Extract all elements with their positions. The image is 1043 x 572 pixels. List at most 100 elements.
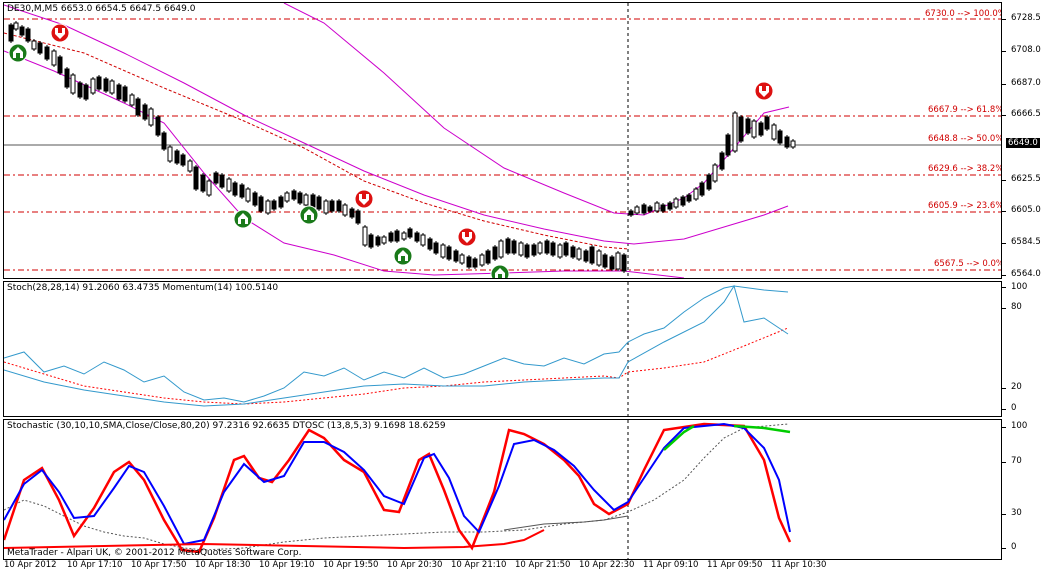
fibo-label-50: 6648.8 --> 50.0% <box>928 134 1002 144</box>
bearish-candle <box>336 200 342 212</box>
bearish-candle <box>180 154 186 166</box>
fibo-label-23-6: 6605.9 --> 23.6% <box>928 201 1002 211</box>
stochastic-axis-label: 30 <box>1011 508 1022 518</box>
bearish-candle <box>621 254 627 272</box>
bullish-candle <box>284 192 290 202</box>
bearish-candle <box>745 118 751 134</box>
bullish-candle <box>790 140 796 148</box>
bearish-candle <box>544 240 550 254</box>
time-label: 11 Apr 09:10 <box>643 560 699 570</box>
stoch-momentum-axis: 100 80 20 0 <box>1002 281 1043 417</box>
bearish-candle <box>738 116 744 142</box>
bearish-candle <box>563 242 569 256</box>
bullish-candle <box>498 240 504 258</box>
bullish-candle <box>732 112 738 152</box>
bearish-candle <box>414 232 420 242</box>
bullish-candle <box>303 194 309 206</box>
bearish-candle <box>142 104 148 120</box>
bearish-candle <box>135 98 141 116</box>
bearish-candle <box>764 116 770 130</box>
time-label: 10 Apr 17:50 <box>131 560 187 570</box>
bearish-candle <box>57 56 63 74</box>
stochastic-dtosc-title: Stochastic (30,10,10,SMA,Close/Close,80,… <box>7 421 446 431</box>
bearish-candle <box>641 204 647 214</box>
stochastic-axis-label: 100 <box>1011 421 1028 431</box>
stoch-axis-label: 20 <box>1011 382 1022 392</box>
stochastic-axis-label: 70 <box>1011 456 1022 466</box>
bearish-candle <box>161 132 167 150</box>
bearish-candle <box>316 196 322 210</box>
bearish-candle <box>278 196 284 208</box>
price-chart-canvas <box>4 3 1001 278</box>
time-label: 10 Apr 21:50 <box>515 560 571 570</box>
bearish-candle <box>570 246 576 258</box>
bullish-candle <box>479 254 485 266</box>
bearish-candle <box>252 192 258 206</box>
bearish-candle <box>589 246 595 264</box>
price-chart-pane[interactable]: DE30,M,M5 6653.0 6654.5 6647.5 6649.0 67… <box>3 2 1002 279</box>
bearish-candle <box>37 42 43 54</box>
time-label: 10 Apr 19:10 <box>259 560 315 570</box>
stochastic-dtosc-canvas <box>4 420 792 559</box>
price-label: 6584.5 <box>1011 237 1041 247</box>
bearish-candle <box>232 182 238 196</box>
bearish-candle <box>388 232 394 242</box>
bearish-candle <box>349 208 355 218</box>
platform-watermark: MetaTrader - Alpari UK, © 2001-2012 Meta… <box>7 548 302 558</box>
bullish-candle <box>771 124 777 140</box>
price-label: 6564.0 <box>1011 269 1041 279</box>
bullish-candle <box>634 206 640 214</box>
bearish-candle <box>219 174 225 188</box>
bearish-candle <box>64 68 70 88</box>
bearish-candle <box>784 136 790 148</box>
bullish-candle <box>654 202 660 212</box>
stochastic-axis: 100 70 30 0 <box>1002 419 1043 560</box>
bearish-candle <box>492 246 498 260</box>
bearish-candle <box>660 204 666 212</box>
time-label: 10 Apr 21:10 <box>451 560 507 570</box>
bearish-candle <box>200 174 206 192</box>
bullish-candle <box>673 198 679 208</box>
stoch-axis-label: 100 <box>1011 282 1028 292</box>
bearish-candle <box>427 238 433 250</box>
bearish-candle <box>466 256 472 268</box>
price-chart-title: DE30,M,M5 6653.0 6654.5 6647.5 6649.0 <box>7 4 196 14</box>
bullish-candle <box>226 178 232 192</box>
bullish-candle <box>459 254 465 264</box>
fibo-label-61-8: 6667.9 --> 61.8% <box>928 105 1002 115</box>
bearish-candle <box>103 78 109 92</box>
bearish-candle <box>699 182 705 196</box>
bearish-candle <box>25 28 31 42</box>
bearish-candle <box>19 26 25 36</box>
bullish-candle <box>596 250 602 266</box>
bearish-candle <box>719 152 725 170</box>
stoch-momentum-pane[interactable]: Stoch(28,28,14) 91.2060 63.4735 Momentum… <box>3 281 1002 417</box>
bearish-candle <box>116 84 122 100</box>
bullish-candle <box>148 108 154 126</box>
bullish-candle <box>537 242 543 254</box>
bearish-candle <box>375 236 381 246</box>
bullish-candle <box>51 50 57 66</box>
bearish-candle <box>680 196 686 206</box>
time-label: 10 Apr 18:30 <box>195 560 251 570</box>
bullish-candle <box>90 78 96 94</box>
bearish-candle <box>667 202 673 210</box>
bearish-candle <box>686 194 692 202</box>
bearish-candle <box>329 200 335 212</box>
fibo-label-100: 6730.0 --> 100.0% <box>925 9 1002 19</box>
stochastic-dtosc-pane[interactable]: Stochastic (30,10,10,SMA,Close/Close,80,… <box>3 419 1002 560</box>
bearish-candle <box>368 234 374 248</box>
bearish-candle <box>83 84 89 100</box>
bullish-candle <box>615 252 621 270</box>
current-price-badge: 6649.0 <box>1006 138 1040 148</box>
time-label: 10 Apr 19:50 <box>323 560 379 570</box>
bearish-candle <box>122 86 128 102</box>
bearish-candle <box>758 122 764 136</box>
bullish-candle <box>70 74 76 94</box>
stoch-axis-label: 80 <box>1011 302 1022 312</box>
bearish-candle <box>628 210 634 216</box>
bearish-candle <box>485 250 491 264</box>
bullish-candle <box>518 242 524 256</box>
bullish-candle <box>440 244 446 258</box>
bullish-candle <box>557 244 563 258</box>
